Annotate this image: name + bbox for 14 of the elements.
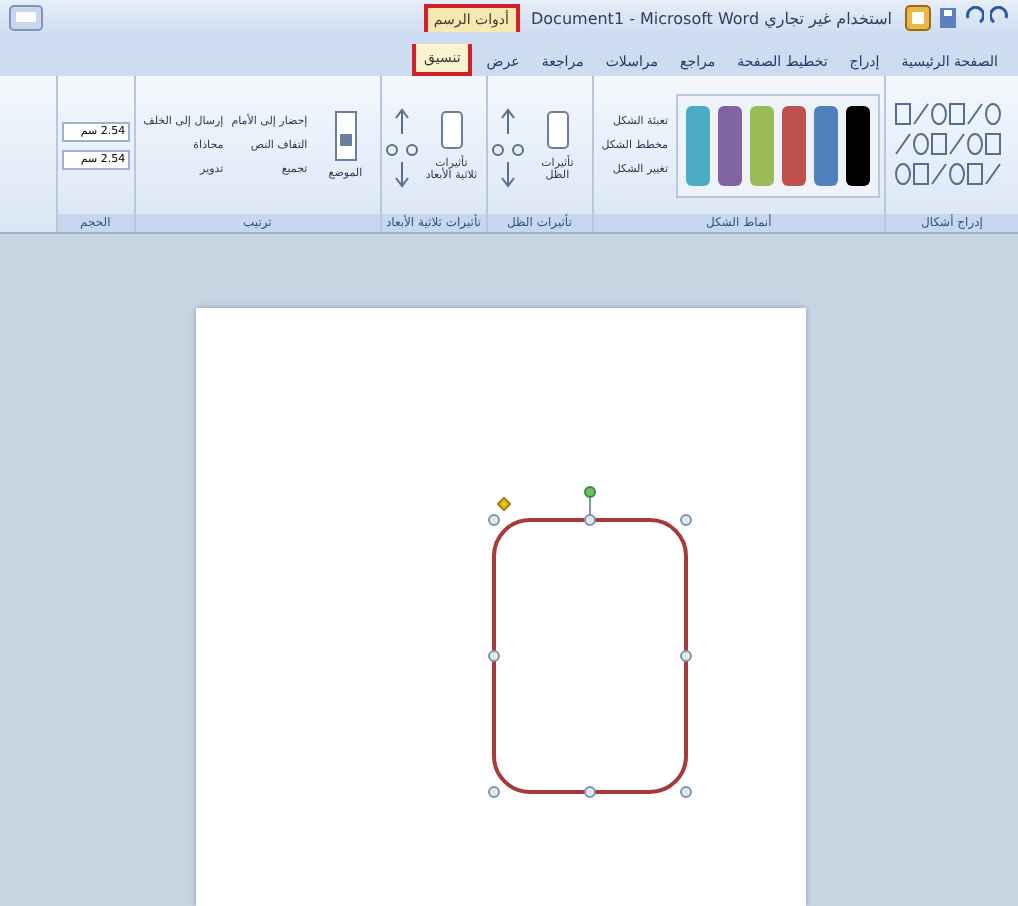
app-icon[interactable]: [8, 4, 44, 32]
shape-effect-icon[interactable]: [543, 107, 572, 151]
shape-style-swatch[interactable]: [686, 105, 710, 185]
shape-style-swatch[interactable]: [718, 105, 742, 185]
shape-style-swatch[interactable]: [814, 105, 838, 185]
position-icon[interactable]: [333, 109, 358, 161]
shape-style-swatch[interactable]: [782, 105, 806, 185]
office-logo-icon[interactable]: [904, 4, 932, 32]
style-gallery[interactable]: [676, 93, 880, 197]
shape-style-swatch[interactable]: [750, 105, 774, 185]
shape-style-swatch[interactable]: [846, 105, 870, 185]
window-title: Document1 - Microsoft Word استخدام غير تجاري: [531, 9, 892, 27]
save-icon[interactable]: [938, 6, 958, 30]
shape-effect-icon[interactable]: [437, 107, 466, 151]
